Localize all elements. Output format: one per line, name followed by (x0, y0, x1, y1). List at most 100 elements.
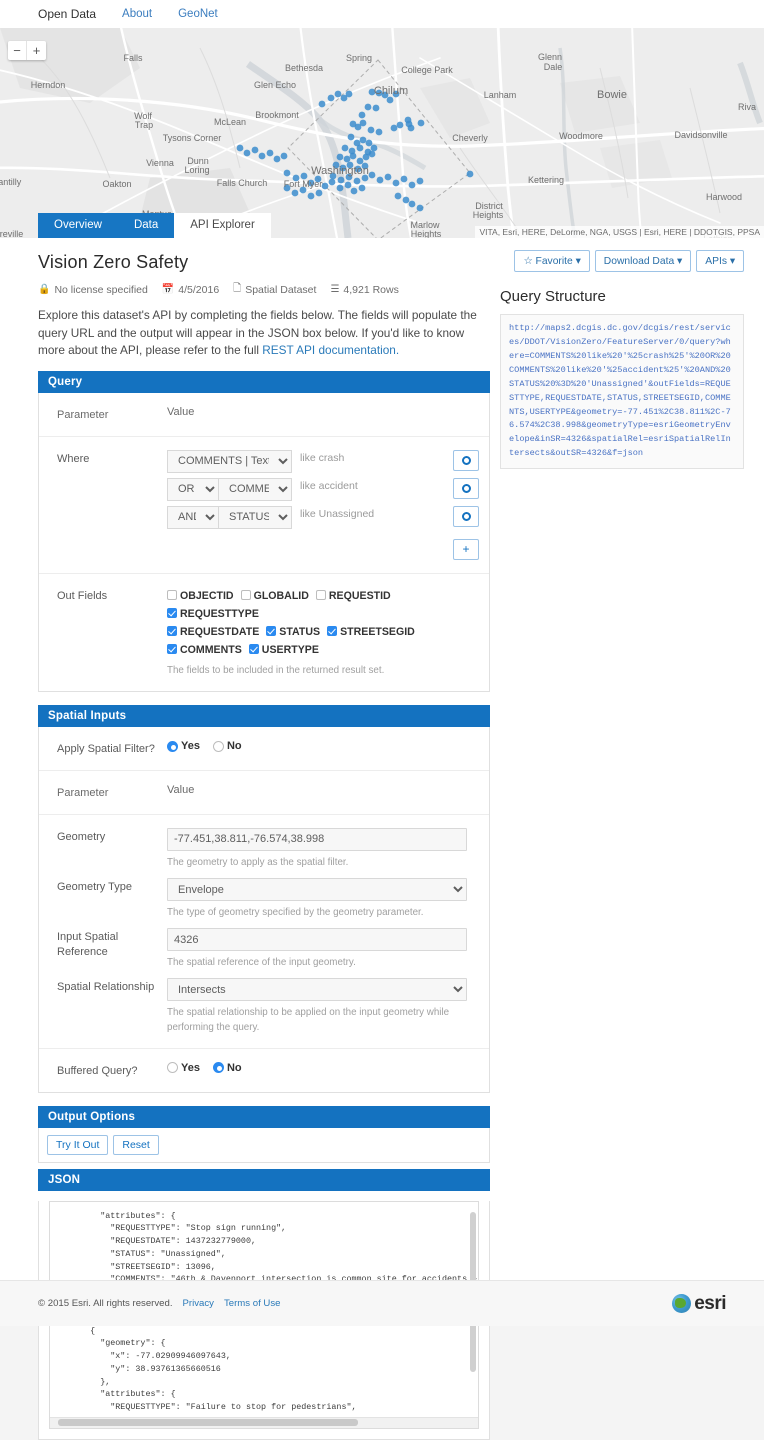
nav-link-about[interactable]: About (122, 8, 152, 20)
query-structure-url[interactable]: http://maps2.dcgis.dc.gov/dcgis/rest/ser… (500, 314, 744, 470)
map-point[interactable] (328, 178, 336, 186)
zoom-out-button[interactable]: − (8, 41, 27, 60)
buffered-query-radiogroup[interactable]: Yes No (167, 1062, 479, 1074)
zoom-in-button[interactable]: + (27, 41, 46, 60)
tab-api-explorer[interactable]: API Explorer (174, 212, 271, 238)
map-point[interactable] (396, 121, 404, 129)
outfield-streetsegid[interactable]: STREETSEGID (327, 623, 415, 641)
where-expression-input-3[interactable] (292, 505, 420, 521)
map-point[interactable] (376, 176, 384, 184)
map-point[interactable] (356, 157, 364, 165)
map-point[interactable] (364, 103, 372, 111)
map-point[interactable] (394, 192, 402, 200)
map-point[interactable] (368, 150, 376, 158)
where-operator-select-2[interactable]: OR (167, 477, 219, 501)
map-point[interactable] (375, 128, 383, 136)
checkbox-icon[interactable] (327, 625, 338, 636)
map-point[interactable] (402, 196, 410, 204)
outfield-requestid[interactable]: REQUESTID (315, 587, 391, 605)
where-expression-input-1[interactable] (292, 449, 420, 465)
map-point[interactable] (334, 90, 342, 98)
map-point[interactable] (343, 155, 351, 163)
map-point[interactable] (258, 152, 266, 160)
tab-overview[interactable]: Overview (38, 212, 118, 238)
map-point[interactable] (315, 189, 323, 197)
map-point[interactable] (392, 179, 400, 187)
map-point[interactable] (266, 149, 274, 157)
remove-clause-button-3[interactable] (453, 505, 479, 527)
map-point[interactable] (359, 136, 367, 144)
terms-of-use-link[interactable]: Terms of Use (224, 1298, 281, 1309)
map-point[interactable] (417, 119, 425, 127)
map-point[interactable] (349, 152, 357, 160)
map-point[interactable] (365, 139, 373, 147)
geometry-input[interactable] (167, 827, 467, 851)
map-point[interactable] (336, 153, 344, 161)
map-point[interactable] (347, 133, 355, 141)
checkbox-icon[interactable] (240, 589, 251, 600)
radio-apply-filter-yes[interactable] (167, 740, 178, 752)
map-point[interactable] (291, 189, 299, 197)
map-point[interactable] (466, 170, 474, 178)
map-point[interactable] (336, 184, 344, 192)
checkbox-icon[interactable] (315, 589, 326, 600)
rest-api-documentation-link[interactable]: REST API documentation. (262, 343, 399, 357)
map-point[interactable] (390, 124, 398, 132)
outfield-globalid[interactable]: GLOBALID (240, 587, 309, 605)
remove-clause-button-1[interactable] (453, 449, 479, 471)
radio-apply-filter-no[interactable] (212, 740, 224, 752)
map-point[interactable] (337, 176, 345, 184)
apis-button[interactable]: APIs ▾ (696, 250, 744, 272)
outfield-requestdate[interactable]: REQUESTDATE (167, 623, 259, 641)
spatial-relationship-select[interactable]: Intersects (167, 978, 467, 1002)
map-point[interactable] (341, 144, 349, 152)
map-point[interactable] (344, 181, 352, 189)
outfield-comments[interactable]: COMMENTS (167, 641, 242, 659)
map-point[interactable] (280, 152, 288, 160)
map-point[interactable] (372, 104, 380, 112)
map-point[interactable] (307, 192, 315, 200)
map-point[interactable] (362, 153, 370, 161)
map-point[interactable] (318, 100, 326, 108)
map-point[interactable] (283, 169, 291, 177)
dataset-tabs[interactable]: Overview Data API Explorer (38, 212, 271, 238)
map-point[interactable] (386, 96, 394, 104)
geometry-type-select[interactable]: Envelope (167, 878, 467, 901)
where-expression-input-2[interactable] (292, 477, 420, 493)
outfield-objectid[interactable]: OBJECTID (167, 587, 234, 605)
favorite-button[interactable]: ☆ Favorite ▾ (514, 250, 590, 272)
json-horizontal-scrollbar-track[interactable] (50, 1416, 478, 1428)
map-point[interactable] (416, 177, 424, 185)
map-point[interactable] (358, 184, 366, 192)
map-point[interactable] (353, 177, 361, 185)
where-field-select-2[interactable]: COMMENTS | Te (219, 477, 292, 501)
checkbox-icon[interactable] (167, 625, 177, 636)
map-point[interactable] (408, 200, 416, 208)
map-point[interactable] (243, 149, 251, 157)
json-horizontal-scrollbar[interactable] (58, 1418, 358, 1426)
map-point[interactable] (370, 144, 378, 152)
checkbox-icon[interactable] (266, 625, 277, 636)
checkbox-icon[interactable] (167, 607, 177, 618)
where-operator-select-3[interactable]: AND (167, 505, 219, 529)
map-point[interactable] (273, 155, 281, 163)
map-point[interactable] (345, 90, 353, 98)
map-point[interactable] (350, 187, 358, 195)
map-point[interactable] (327, 94, 335, 102)
map-point[interactable] (356, 144, 364, 152)
remove-clause-button-2[interactable] (453, 477, 479, 499)
map-point[interactable] (367, 126, 375, 134)
map-point[interactable] (358, 111, 366, 119)
download-data-button[interactable]: Download Data ▾ (594, 250, 692, 272)
map-point[interactable] (236, 144, 244, 152)
input-spatial-reference-input[interactable] (167, 928, 467, 952)
radio-buffered-no[interactable] (212, 1062, 224, 1074)
map-point[interactable] (359, 119, 367, 127)
map-point[interactable] (251, 146, 259, 154)
map-viewport[interactable]: Falls Bethesda Spring Glenn Dale College Park… (0, 28, 764, 238)
outfield-status[interactable]: STATUS (266, 623, 320, 641)
map-point[interactable] (400, 175, 408, 183)
map-zoom-controls[interactable]: − + (8, 41, 46, 60)
apply-spatial-filter-radiogroup[interactable]: Yes No (167, 740, 479, 752)
map-point[interactable] (407, 124, 415, 132)
